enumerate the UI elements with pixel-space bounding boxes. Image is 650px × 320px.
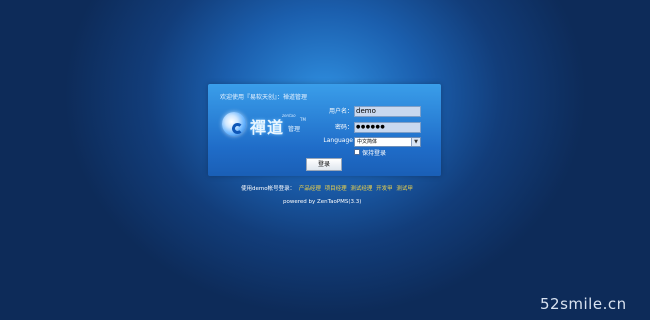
- demo-link-test-manager[interactable]: 测试经理: [350, 186, 372, 192]
- demo-prefix: 使用demo帐号登录：: [241, 186, 296, 192]
- login-button[interactable]: 登录: [306, 158, 342, 171]
- logo-subtitle: 管理: [288, 126, 301, 133]
- demo-accounts: 使用demo帐号登录： 产品经理 项目经理 测试经理 开发甲 测试甲: [241, 184, 413, 192]
- login-panel: 欢迎使用『易软天创』：禅道管理 禪道 zentao TM 管理 用户名： dem…: [208, 84, 441, 176]
- language-value: 中文简体: [357, 139, 378, 145]
- zentao-logo: 禪道 zentao TM 管理: [218, 106, 308, 142]
- chevron-down-icon[interactable]: ▼: [411, 138, 420, 146]
- demo-link-tester[interactable]: 测试甲: [396, 186, 413, 192]
- welcome-text: 欢迎使用『易软天创』：禅道管理: [220, 94, 308, 101]
- username-label: 用户名：: [328, 108, 353, 115]
- password-label: 密码：: [334, 124, 353, 131]
- language-select[interactable]: 中文简体 ▼: [354, 137, 421, 147]
- logo-trademark: TM: [300, 117, 306, 122]
- watermark: 52smile.cn: [540, 295, 627, 313]
- remember-label: 保持登录: [362, 150, 387, 157]
- demo-link-developer[interactable]: 开发甲: [376, 186, 393, 192]
- powered-by-text: powered by ZenTaoPMS(3.3): [283, 199, 362, 205]
- language-label: Language: [323, 137, 353, 144]
- logo-english-text: zentao: [282, 113, 296, 118]
- logo-globe-icon: [222, 112, 246, 136]
- password-field[interactable]: ●●●●●●: [354, 122, 421, 133]
- logo-chinese-text: 禪道: [250, 118, 285, 137]
- demo-link-project-manager[interactable]: 项目经理: [325, 186, 347, 192]
- username-field[interactable]: demo: [354, 106, 421, 117]
- demo-link-product-manager[interactable]: 产品经理: [299, 186, 321, 192]
- remember-checkbox[interactable]: [354, 149, 360, 155]
